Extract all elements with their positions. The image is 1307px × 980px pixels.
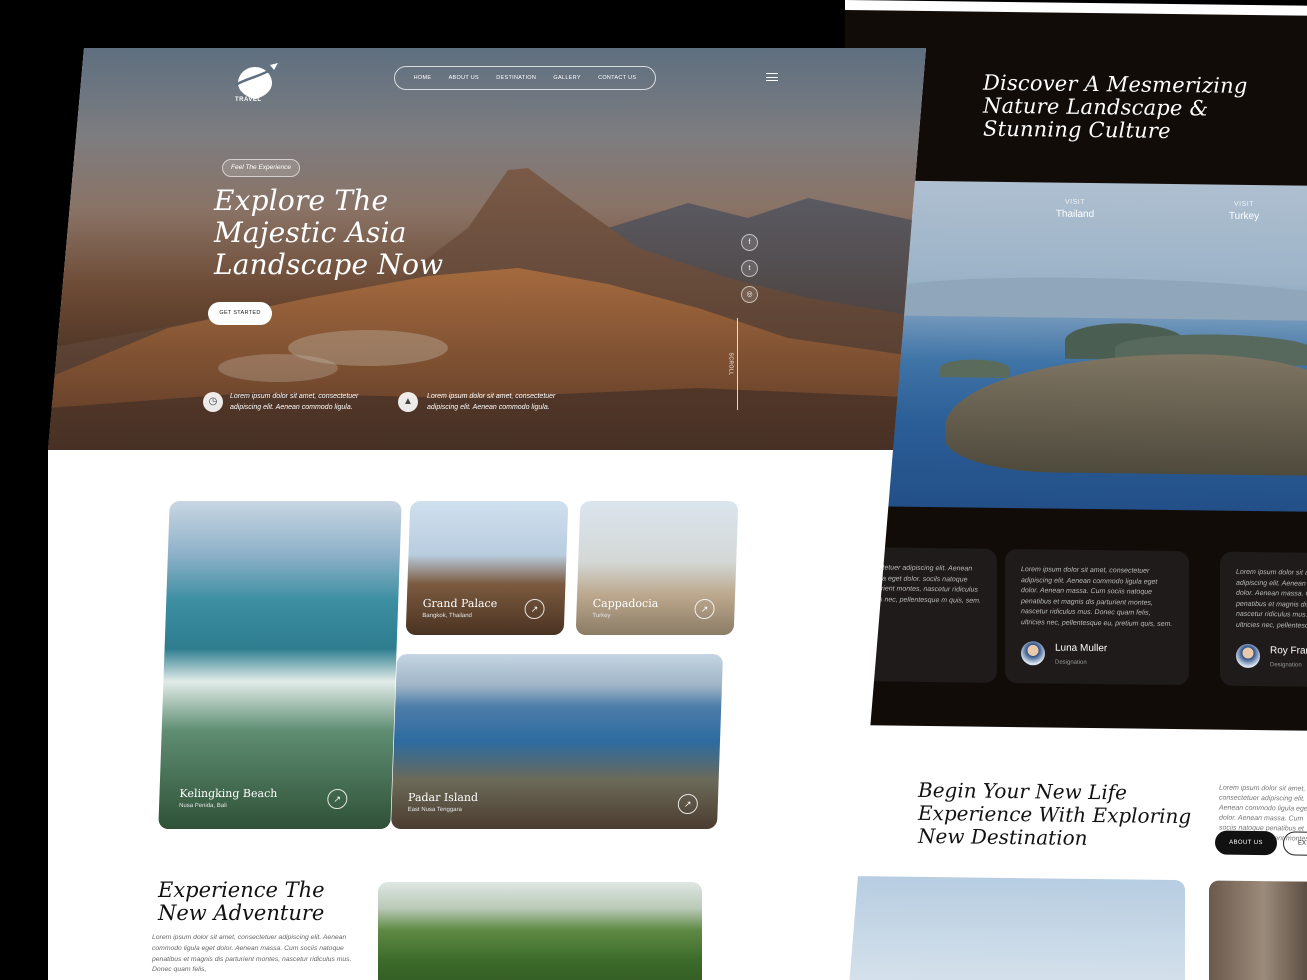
card-title: Padar Island: [407, 791, 479, 804]
get-started-button[interactable]: GET STARTED: [208, 302, 272, 325]
clock-icon: ◷: [203, 392, 223, 412]
testimonial-name: Luna Muller: [1055, 642, 1108, 655]
testimonial-card: Lorem ipsum dolor sit amet, consectetuer…: [1005, 548, 1189, 686]
destination-card-padar[interactable]: Padar Island East Nusa Tenggara ↗: [390, 654, 724, 829]
nav-gallery[interactable]: GALLERY: [553, 75, 580, 81]
nav-about-us[interactable]: ABOUT US: [449, 75, 479, 81]
scroll-indicator[interactable]: [737, 318, 738, 410]
avatar: [1021, 641, 1045, 666]
traveler-photo: [1209, 880, 1307, 980]
facebook-icon[interactable]: f: [741, 234, 758, 251]
testimonial-text: Lorem ipsum dolor sit amet, consectetuer…: [1236, 568, 1307, 631]
feature-text: Lorem ipsum dolor sit amet, consectetuer…: [427, 393, 556, 411]
hamburger-menu-icon[interactable]: [766, 73, 778, 81]
nav-home[interactable]: HOME: [414, 75, 432, 81]
arrow-up-right-icon[interactable]: ↗: [694, 599, 715, 619]
testimonial-card: Lorem ipsum dolor sit amet, consectetuer…: [1220, 551, 1307, 688]
destination-photo: [847, 876, 1185, 980]
testimonial-role: Designation: [1270, 662, 1302, 669]
card-title: Cappadocia: [592, 597, 659, 610]
card-subtitle: Nusa Penida, Bali: [178, 803, 227, 809]
island-photo: [885, 180, 1307, 512]
testimonial-text: Lorem ipsum dolor sit amet, consectetuer…: [1021, 566, 1173, 628]
life-title: Begin Your New Life Experience With Expl…: [918, 777, 1192, 850]
card-title: Kelingking Beach: [179, 787, 278, 800]
twitter-icon[interactable]: t: [741, 260, 758, 277]
about-us-button[interactable]: ABOUT US: [1215, 830, 1277, 856]
rice-terrace-photo: [378, 882, 702, 980]
card-subtitle: Turkey: [592, 613, 611, 619]
testimonial-name: Roy Frank: [1270, 645, 1307, 657]
hero-section: TRAVEL HOME ABOUT US DESTINATION GALLERY…: [48, 48, 926, 450]
instagram-icon[interactable]: ◎: [741, 286, 758, 303]
nav-contact-us[interactable]: CONTACT US: [598, 75, 636, 81]
experience-chip: Feel The Experience: [222, 159, 300, 177]
visit-item-turkey[interactable]: VISIT Turkey: [1189, 200, 1299, 222]
destination-card-kelingking[interactable]: Kelingking Beach Nusa Penida, Bali ↗: [158, 501, 402, 829]
card-subtitle: Bangkok, Thailand: [422, 613, 473, 619]
adventure-text: Lorem ipsum dolor sit amet, consectetuer…: [152, 934, 352, 974]
main-nav: HOME ABOUT US DESTINATION GALLERY CONTAC…: [394, 66, 656, 90]
volcano-landscape: [48, 168, 926, 450]
adventure-title: Experience The New Adventure: [158, 878, 325, 925]
testimonial-role: Designation: [1055, 659, 1087, 666]
arrow-up-right-icon[interactable]: ↗: [677, 794, 699, 814]
discover-title: Discover A Mesmerizing Nature Landscape …: [983, 70, 1248, 143]
scroll-label: SCROLL: [727, 352, 734, 376]
nav-destination[interactable]: DESTINATION: [496, 75, 536, 81]
card-subtitle: East Nusa Tenggara: [407, 807, 462, 813]
card-title: Grand Palace: [422, 597, 498, 610]
logo-text: TRAVEL: [235, 97, 262, 103]
destination-card-cappadocia[interactable]: Cappadocia Turkey ↗: [575, 501, 739, 635]
destination-card-grand-palace[interactable]: Grand Palace Bangkok, Thailand ↗: [405, 501, 569, 635]
arrow-up-right-icon[interactable]: ↗: [326, 789, 348, 809]
avatar: [1236, 643, 1260, 669]
arrow-up-right-icon[interactable]: ↗: [524, 599, 545, 619]
feature-text: Lorem ipsum dolor sit amet, consectetuer…: [230, 393, 359, 411]
left-page-preview: TRAVEL HOME ABOUT US DESTINATION GALLERY…: [48, 48, 926, 980]
hero-title: Explore The Majestic Asia Landscape Now: [214, 184, 444, 281]
explore-button[interactable]: EX: [1283, 831, 1307, 856]
visit-item-thailand[interactable]: VISIT Thailand: [1020, 198, 1130, 220]
mountain-icon: ▲: [398, 392, 418, 412]
